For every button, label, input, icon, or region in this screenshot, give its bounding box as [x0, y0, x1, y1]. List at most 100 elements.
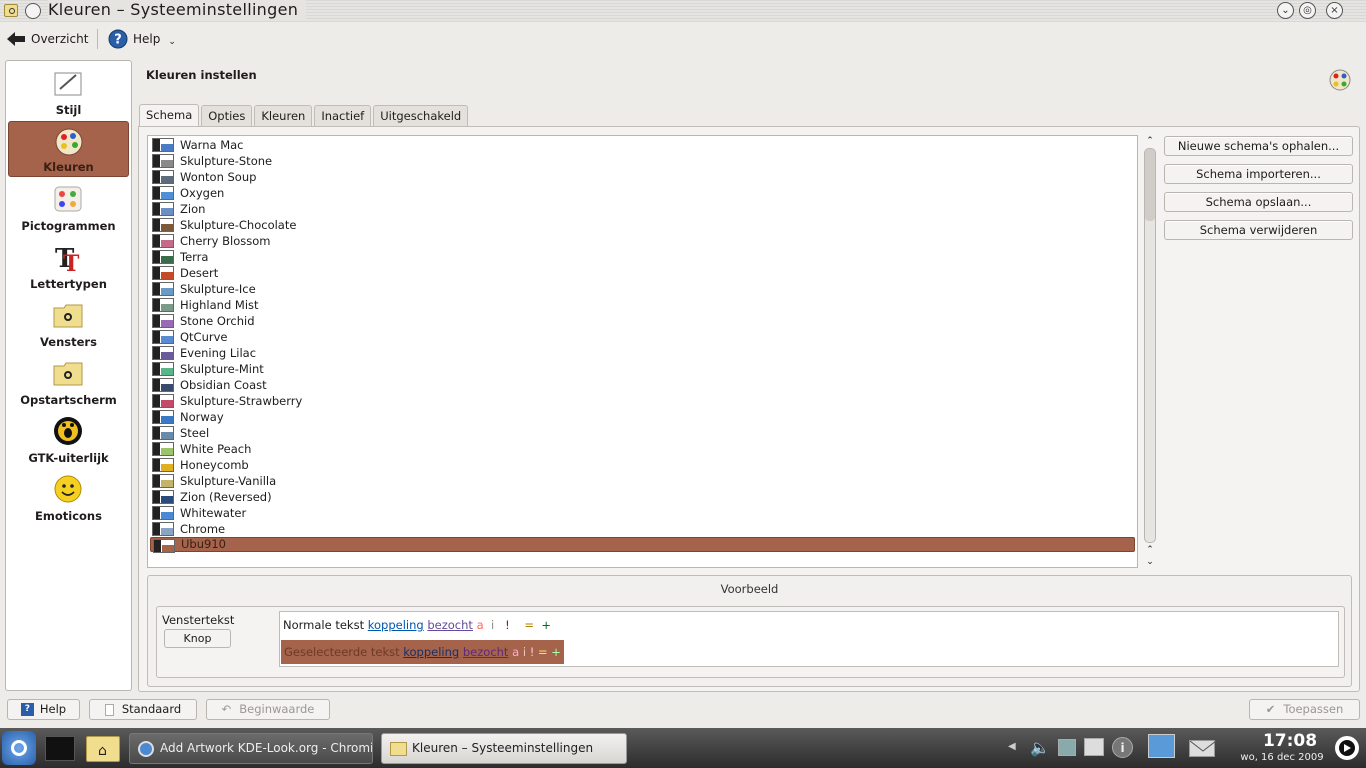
- help-menu-button[interactable]: ? Help ⌄: [108, 28, 176, 50]
- scheme-preview-icon: [152, 250, 174, 264]
- scheme-row[interactable]: Skulpture-Chocolate: [150, 217, 1135, 233]
- sidebar-item-opstartscherm[interactable]: Opstartscherm: [8, 353, 129, 409]
- scheme-preview-icon: [152, 522, 174, 536]
- volume-icon[interactable]: 🔈: [1030, 738, 1050, 757]
- scrollbar[interactable]: ⌃ ⌃ ⌄: [1143, 135, 1157, 568]
- show-desktop-icon[interactable]: [45, 736, 75, 761]
- import-scheme-button[interactable]: Schema importeren...: [1164, 164, 1353, 184]
- minimize-icon[interactable]: ⌄: [1277, 2, 1294, 19]
- scheme-row[interactable]: Skulpture-Stone: [150, 153, 1135, 169]
- sidebar-item-vensters[interactable]: Vensters: [8, 295, 129, 351]
- selected-text: Geselecteerde tekst: [284, 645, 400, 659]
- scheme-row[interactable]: Wonton Soup: [150, 169, 1135, 185]
- tab-kleuren[interactable]: Kleuren: [254, 105, 313, 126]
- scroll-thumb[interactable]: [1145, 149, 1155, 221]
- network-icon[interactable]: [1058, 739, 1076, 756]
- task-systemsettings[interactable]: Kleuren – Systeeminstellingen: [381, 733, 627, 764]
- scheme-row[interactable]: QtCurve: [150, 329, 1135, 345]
- title-bar[interactable]: Kleuren – Systeeminstellingen ⌄ ◎ ×: [0, 0, 1366, 22]
- maximize-icon[interactable]: ◎: [1299, 2, 1316, 19]
- task-chromium[interactable]: Add Artwork KDE-Look.org - Chromium: [129, 733, 373, 764]
- scheme-preview-icon: [152, 138, 174, 152]
- document-icon: [104, 703, 114, 716]
- scheme-row[interactable]: Zion: [150, 201, 1135, 217]
- scheme-row[interactable]: Warna Mac: [150, 137, 1135, 153]
- close-icon[interactable]: ×: [1326, 2, 1343, 19]
- preview-button[interactable]: Knop: [164, 629, 231, 648]
- scheme-row[interactable]: Steel: [150, 425, 1135, 441]
- scheme-row[interactable]: Cherry Blossom: [150, 233, 1135, 249]
- apply-button[interactable]: ✔ Toepassen: [1249, 699, 1360, 720]
- scheme-row[interactable]: Whitewater: [150, 505, 1135, 521]
- tab-opties[interactable]: Opties: [201, 105, 253, 126]
- svg-text:T: T: [63, 251, 80, 273]
- info-icon[interactable]: i: [1112, 737, 1133, 758]
- scheme-row[interactable]: Oxygen: [150, 185, 1135, 201]
- scheme-list[interactable]: Warna Mac Skulpture-Stone Wonton Soup Oxyge…: [147, 135, 1138, 568]
- remove-scheme-button[interactable]: Schema verwijderen: [1164, 220, 1353, 240]
- scheme-row[interactable]: Norway: [150, 409, 1135, 425]
- toolbar: Overzicht ? Help ⌄: [0, 23, 1366, 55]
- tab-inactief[interactable]: Inactief: [314, 105, 372, 126]
- help-button[interactable]: ? Help: [7, 699, 80, 720]
- app-menu-icon[interactable]: [4, 4, 18, 17]
- sidebar-item-emoticons[interactable]: Emoticons: [8, 469, 129, 525]
- scheme-row[interactable]: Desert: [150, 265, 1135, 281]
- scheme-row[interactable]: Stone Orchid: [150, 313, 1135, 329]
- scheme-row[interactable]: Honeycomb: [150, 457, 1135, 473]
- scheme-row[interactable]: Skulpture-Vanilla: [150, 473, 1135, 489]
- scheme-row[interactable]: Zion (Reversed): [150, 489, 1135, 505]
- clock-date[interactable]: wo, 16 dec 2009: [1222, 752, 1342, 763]
- sidebar-item-pictogrammen[interactable]: Pictogrammen: [8, 179, 129, 235]
- tab-uitgeschakeld[interactable]: Uitgeschakeld: [373, 105, 469, 126]
- scheme-name: Skulpture-Vanilla: [180, 474, 277, 488]
- scroll-track[interactable]: [1144, 148, 1156, 543]
- sidebar: Stijl Kleuren Pictogrammen T T Lettertyp…: [5, 60, 132, 691]
- computer-icon[interactable]: [1148, 734, 1175, 758]
- scroll-up-icon[interactable]: ⌃: [1143, 135, 1157, 147]
- scheme-row[interactable]: Ubu910: [150, 537, 1135, 553]
- scheme-row[interactable]: Evening Lilac: [150, 345, 1135, 361]
- scheme-row[interactable]: Skulpture-Strawberry: [150, 393, 1135, 409]
- scheme-row[interactable]: Highland Mist: [150, 297, 1135, 313]
- scheme-preview-icon: [152, 362, 174, 376]
- scroll-down-icon[interactable]: ⌃ ⌄: [1143, 544, 1157, 568]
- home-folder-icon[interactable]: ⌂: [86, 736, 120, 762]
- sidebar-item-lettertypen[interactable]: T T Lettertypen: [8, 237, 129, 293]
- scheme-row[interactable]: Obsidian Coast: [150, 377, 1135, 393]
- kickoff-menu-icon[interactable]: [2, 731, 36, 765]
- save-scheme-button[interactable]: Schema opslaan...: [1164, 192, 1353, 212]
- klipper-icon[interactable]: [1084, 738, 1104, 756]
- sticky-icon[interactable]: [25, 3, 41, 19]
- tab-schema[interactable]: Schema: [139, 104, 200, 127]
- scheme-row[interactable]: Skulpture-Mint: [150, 361, 1135, 377]
- overview-button[interactable]: Overzicht: [6, 28, 88, 50]
- page-title: Kleuren instellen: [146, 68, 257, 82]
- undo-icon: ↶: [221, 702, 232, 716]
- scheme-row[interactable]: White Peach: [150, 441, 1135, 457]
- clock-time[interactable]: 17:08: [1240, 731, 1340, 751]
- defaults-button[interactable]: Standaard: [89, 699, 197, 720]
- check-icon: ✔: [1265, 702, 1276, 716]
- icons-icon: [54, 186, 82, 212]
- scheme-preview-icon: [152, 202, 174, 216]
- colors-icon: [1329, 69, 1351, 91]
- sidebar-item-gtk[interactable]: GTK-uiterlijk: [8, 411, 129, 467]
- inactive-text: i: [490, 618, 495, 632]
- cashew-icon[interactable]: [1335, 736, 1359, 760]
- mail-icon[interactable]: [1189, 740, 1217, 757]
- scheme-row[interactable]: Chrome: [150, 521, 1135, 537]
- sidebar-item-label: GTK-uiterlijk: [28, 451, 109, 465]
- sidebar-item-stijl[interactable]: Stijl: [8, 63, 129, 119]
- selected-negative-text: !: [529, 645, 535, 659]
- reset-button[interactable]: ↶ Beginwaarde: [206, 699, 330, 720]
- scheme-preview-icon: [152, 282, 174, 296]
- get-new-schemes-button[interactable]: Nieuwe schema's ophalen...: [1164, 136, 1353, 156]
- sidebar-item-kleuren[interactable]: Kleuren: [8, 121, 129, 177]
- scheme-row[interactable]: Skulpture-Ice: [150, 281, 1135, 297]
- scheme-preview-icon: [152, 186, 174, 200]
- sidebar-item-label: Opstartscherm: [20, 393, 117, 407]
- scheme-row[interactable]: Terra: [150, 249, 1135, 265]
- negative-text: !: [505, 618, 510, 632]
- tray-expand-icon[interactable]: ◀: [1008, 741, 1016, 752]
